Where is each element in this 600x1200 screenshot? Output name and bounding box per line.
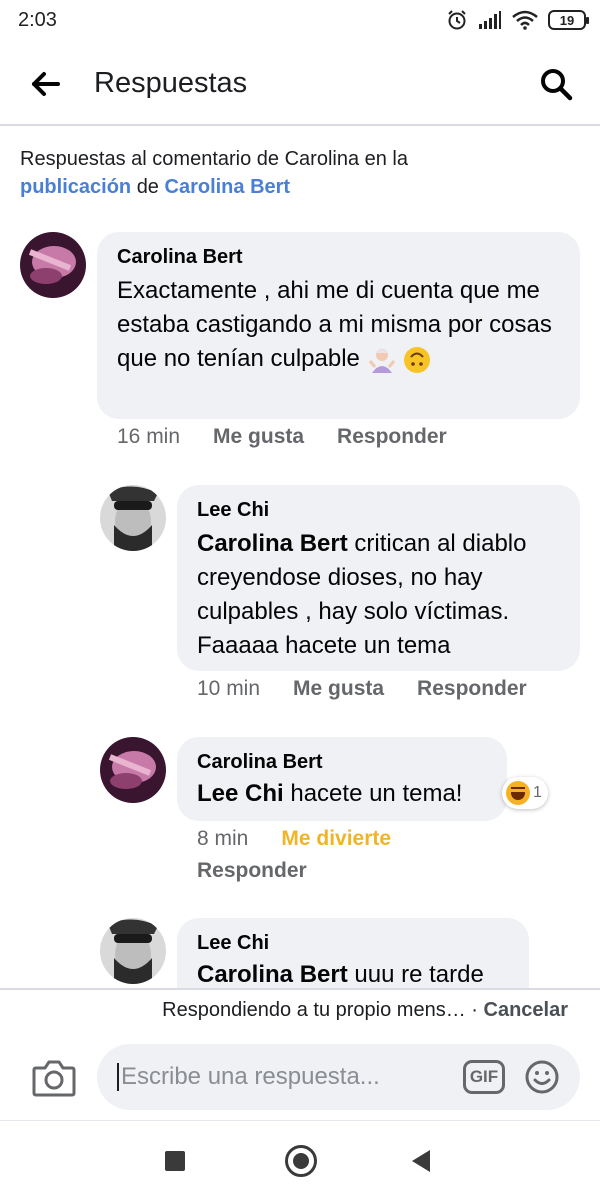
avatar-lee-chi[interactable] — [100, 918, 166, 984]
reply-input[interactable]: Escribe una respuesta... GIF — [97, 1044, 580, 1110]
reaction-badge[interactable]: 1 — [502, 777, 548, 809]
comment-bubble[interactable]: Carolina Bert Lee Chi hacete un tema! — [177, 737, 507, 821]
comment-bubble[interactable]: Lee Chi Carolina Bert uuu re tarde — [177, 918, 529, 988]
author-link[interactable]: Carolina Bert — [165, 176, 291, 198]
alarm-icon — [448, 10, 466, 30]
reaction-count: 1 — [533, 784, 542, 801]
reply-button[interactable]: Responder — [417, 677, 527, 701]
reply-button[interactable]: Responder — [337, 425, 447, 449]
search-icon — [541, 69, 573, 101]
comment-4: Lee Chi Carolina Bert uuu re tarde — [0, 918, 600, 988]
replies-context: Respuestas al comentario de Carolina en … — [20, 145, 580, 201]
battery-level: 19 — [559, 12, 575, 28]
comment-author[interactable]: Lee Chi — [197, 497, 560, 523]
reaction-button[interactable]: Me divierte — [281, 827, 391, 851]
comment-text: Exactamente , ahi me di cuenta que me es… — [117, 274, 560, 376]
post-link[interactable]: publicación — [20, 176, 131, 198]
comment-author[interactable]: Lee Chi — [197, 930, 509, 956]
upside-down-face-emoji — [404, 346, 431, 373]
like-button[interactable]: Me gusta — [293, 677, 384, 701]
camera-icon — [32, 1060, 76, 1097]
replying-bar: Respondiendo a tu propio mens… · Cancela… — [0, 988, 600, 1032]
person-shrugging-emoji — [368, 348, 395, 373]
status-time: 2:03 — [18, 9, 57, 31]
app-header: Respuestas — [0, 40, 600, 126]
arrow-left-icon — [32, 72, 60, 96]
context-prefix: Respuestas al comentario de Carolina en … — [20, 148, 408, 170]
mention[interactable]: Lee Chi — [197, 780, 284, 807]
system-nav-bar — [0, 1120, 600, 1200]
comment-time: 16 min — [117, 425, 181, 448]
mention[interactable]: Carolina Bert — [197, 530, 348, 557]
system-back-button[interactable] — [412, 1150, 430, 1172]
comment-author[interactable]: Carolina Bert — [197, 749, 487, 775]
home-button[interactable] — [285, 1145, 317, 1177]
smiley-icon — [525, 1060, 559, 1094]
reply-input-placeholder: Escribe una respuesta... — [117, 1063, 380, 1091]
comment-body: Exactamente , ahi me di cuenta que me es… — [117, 277, 552, 372]
comment-bubble[interactable]: Lee Chi Carolina Bert critican al diablo… — [177, 485, 580, 671]
comment-3: Carolina Bert Lee Chi hacete un tema! 1 … — [0, 737, 600, 887]
reply-button[interactable]: Responder — [197, 859, 307, 883]
back-button[interactable] — [24, 62, 68, 106]
comment-2: Lee Chi Carolina Bert critican al diablo… — [0, 485, 600, 705]
comment-meta: 16 min Me gusta Responder — [117, 425, 447, 449]
page-title: Respuestas — [94, 67, 248, 99]
comment-body: hacete un tema! — [290, 780, 463, 807]
comment-meta-reply: Responder — [197, 859, 307, 883]
gif-button[interactable]: GIF — [463, 1060, 505, 1094]
comment-bubble[interactable]: Carolina Bert Exactamente , ahi me di cu… — [97, 232, 580, 419]
replying-text: Respondiendo a tu propio mens… — [162, 999, 466, 1021]
comment-body: uuu re tarde — [354, 961, 484, 988]
comment-author[interactable]: Carolina Bert — [117, 244, 560, 270]
separator: · — [471, 999, 478, 1021]
replying-info: Respondiendo a tu propio mens… · Cancela… — [162, 999, 568, 1022]
comment-1: Carolina Bert Exactamente , ahi me di cu… — [0, 232, 600, 462]
camera-button[interactable] — [30, 1054, 78, 1102]
battery-icon: 19 — [548, 10, 589, 30]
emoji-button[interactable] — [523, 1058, 561, 1096]
recent-apps-button[interactable] — [165, 1151, 185, 1171]
comment-time: 10 min — [197, 677, 261, 700]
signal-icon — [479, 11, 501, 29]
like-button[interactable]: Me gusta — [213, 425, 304, 449]
wifi-icon — [512, 10, 538, 30]
search-button[interactable] — [534, 62, 578, 106]
avatar-lee-chi[interactable] — [100, 485, 166, 551]
avatar-carolina[interactable] — [100, 737, 166, 803]
status-bar: 2:03 19 — [0, 0, 600, 40]
context-mid: de — [136, 176, 159, 198]
comment-text: Carolina Bert critican al diablo creyend… — [197, 527, 560, 663]
cancel-reply-button[interactable]: Cancelar — [484, 999, 569, 1021]
comment-text: Carolina Bert uuu re tarde — [197, 958, 509, 988]
laughing-reaction-icon — [506, 781, 530, 805]
comment-meta: 8 min Me divierte — [197, 827, 391, 851]
avatar-carolina[interactable] — [20, 232, 86, 298]
status-icons: 19 — [446, 8, 589, 32]
comment-text: Lee Chi hacete un tema! — [197, 777, 487, 811]
comment-meta: 10 min Me gusta Responder — [197, 677, 527, 701]
mention[interactable]: Carolina Bert — [197, 961, 348, 988]
comment-time: 8 min — [197, 827, 249, 850]
